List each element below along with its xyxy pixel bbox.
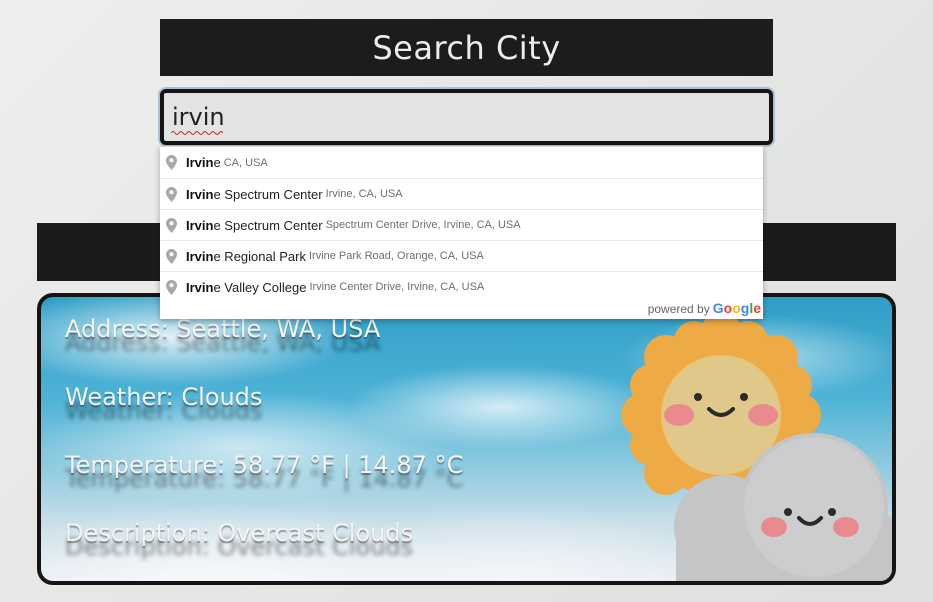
- map-pin-icon: [166, 279, 177, 295]
- autocomplete-match: Irvin: [186, 217, 214, 233]
- autocomplete-secondary-text: Irvine Park Road, Orange, CA, USA: [308, 250, 484, 262]
- spellcheck-underline: [171, 131, 223, 135]
- autocomplete-main-text: e Regional Park: [213, 248, 306, 264]
- weather-card: Address: Seattle, WA, USA Weather: Cloud…: [37, 293, 896, 585]
- autocomplete-secondary-text: CA, USA: [223, 156, 268, 169]
- weather-description: Description: Overcast Clouds: [65, 519, 414, 547]
- autocomplete-match: Irvin: [186, 279, 214, 295]
- sun-behind-cloud-icon: [616, 313, 892, 581]
- weather-address: Address: Seattle, WA, USA: [65, 315, 381, 343]
- autocomplete-secondary-text: Irvine, CA, USA: [325, 188, 403, 200]
- city-search-input[interactable]: [160, 89, 773, 145]
- page-title: Search City: [372, 28, 561, 67]
- autocomplete-match: Irvin: [186, 186, 214, 202]
- map-pin-icon: [166, 155, 177, 170]
- powered-by-label: powered by: [647, 302, 710, 316]
- autocomplete-main-text: e: [213, 155, 221, 170]
- autocomplete-item[interactable]: Irvin e Valley College Irvine Center Driv…: [160, 271, 763, 302]
- autocomplete-main-text: e Valley College: [213, 279, 307, 295]
- weather-temperature: Temperature: 58.77 °F | 14.87 °C: [65, 451, 464, 479]
- autocomplete-secondary-text: Spectrum Center Drive, Irvine, CA, USA: [325, 219, 521, 231]
- autocomplete-item[interactable]: Irvin e Spectrum Center Spectrum Center D…: [160, 209, 763, 240]
- powered-by-google: powered by Google: [648, 300, 761, 316]
- google-logo: Google: [712, 300, 761, 316]
- autocomplete-item[interactable]: Irvin e Regional Park Irvine Park Road, O…: [160, 240, 763, 271]
- autocomplete-item[interactable]: Irvin e Spectrum Center Irvine, CA, USA: [160, 178, 763, 209]
- map-pin-icon: [166, 248, 177, 264]
- weather-condition: Weather: Clouds: [65, 383, 263, 411]
- autocomplete-item[interactable]: Irvin e CA, USA: [160, 147, 763, 178]
- autocomplete-main-text: e Spectrum Center: [213, 186, 323, 202]
- autocomplete-match: Irvin: [186, 155, 214, 170]
- map-pin-icon: [166, 217, 177, 233]
- autocomplete-main-text: e Spectrum Center: [213, 217, 323, 233]
- search-title-bar: Search City: [160, 19, 773, 76]
- autocomplete-match: Irvin: [186, 248, 214, 264]
- autocomplete-secondary-text: Irvine Center Drive, Irvine, CA, USA: [309, 281, 485, 293]
- map-pin-icon: [166, 186, 177, 202]
- autocomplete-dropdown: Irvin e CA, USA Irvin e Spectrum Center Ir…: [160, 146, 763, 319]
